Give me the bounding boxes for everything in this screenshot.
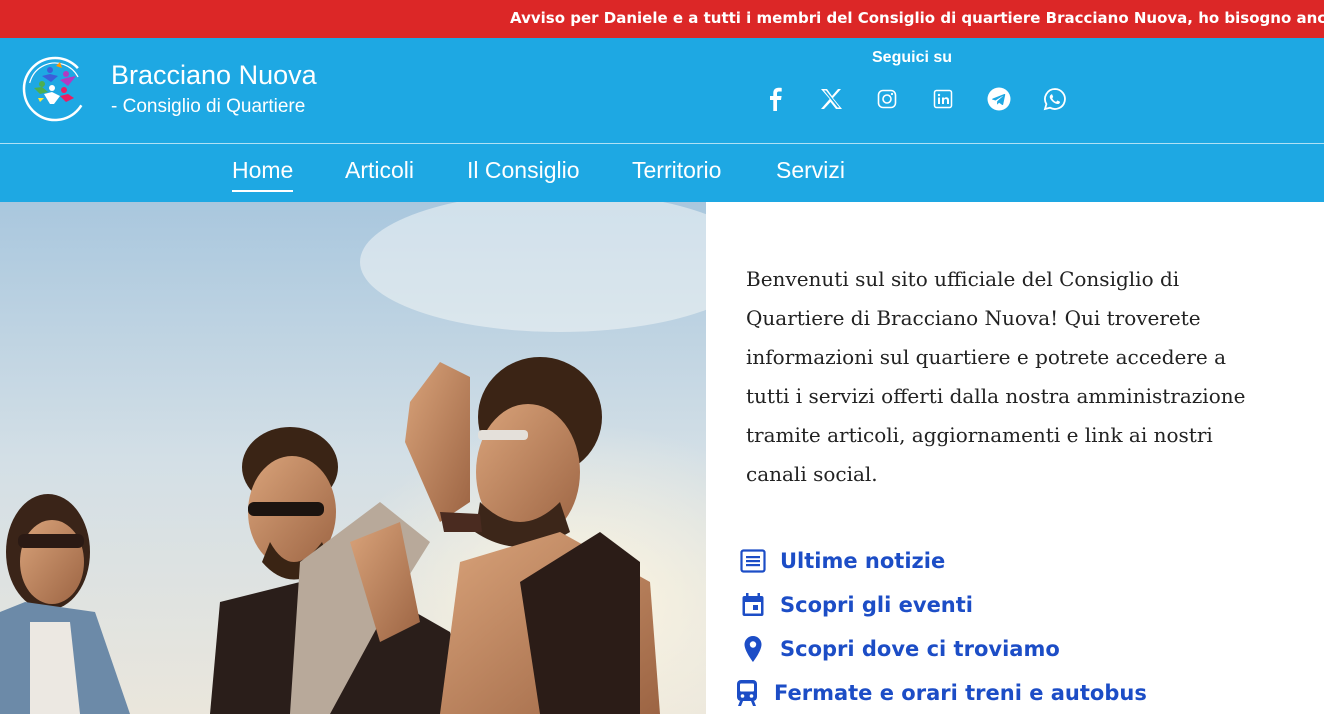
ticker-text: Avviso per Daniele e a tutti i membri de…	[510, 9, 1324, 27]
nav-item-servizi[interactable]: Servizi	[776, 157, 845, 190]
site-subtitle: - Consiglio di Quartiere	[111, 96, 306, 117]
nav-item-articoli[interactable]: Articoli	[345, 157, 414, 190]
nav-item-territorio[interactable]: Territorio	[632, 157, 721, 190]
linkedin-icon[interactable]	[930, 86, 956, 112]
link-fermate-orari[interactable]: Fermate e orari treni e autobus	[732, 678, 1147, 708]
link-label: Fermate e orari treni e autobus	[774, 681, 1147, 705]
link-label: Ultime notizie	[780, 549, 946, 573]
announcement-ticker[interactable]: Avviso per Daniele e a tutti i membri de…	[0, 0, 1324, 38]
nav-item-home[interactable]: Home	[232, 157, 294, 192]
calendar-icon	[738, 590, 768, 620]
x-icon[interactable]	[818, 86, 844, 112]
site-logo[interactable]	[20, 54, 90, 124]
instagram-icon[interactable]	[874, 86, 900, 112]
intro-line: Quartiere di Bracciano Nuova! Qui trover…	[746, 306, 1201, 330]
hero-image	[0, 202, 706, 714]
site-header: Bracciano Nuova - Consiglio di Quartiere…	[0, 38, 1324, 143]
link-dove-ci-troviamo[interactable]: Scopri dove ci troviamo	[738, 634, 1060, 664]
link-scopri-eventi[interactable]: Scopri gli eventi	[738, 590, 973, 620]
link-label: Scopri dove ci troviamo	[780, 637, 1060, 661]
intro-line: Benvenuti sul sito ufficiale del Consigl…	[746, 267, 1180, 291]
newspaper-icon	[738, 546, 768, 576]
intro-line: tutti i servizi offerti dalla nostra amm…	[746, 384, 1246, 408]
intro-line: canali social.	[746, 462, 878, 486]
nav-item-il-consiglio[interactable]: Il Consiglio	[467, 157, 580, 190]
intro-text: Benvenuti sul sito ufficiale del Consigl…	[746, 260, 1286, 494]
train-icon	[732, 678, 762, 708]
facebook-icon[interactable]	[762, 86, 788, 112]
follow-us-label: Seguici su	[872, 49, 953, 66]
telegram-icon[interactable]	[986, 86, 1012, 112]
whatsapp-icon[interactable]	[1042, 86, 1068, 112]
intro-line: tramite articoli, aggiornamenti e link a…	[746, 423, 1213, 447]
main-nav: Home Articoli Il Consiglio Territorio Se…	[0, 143, 1324, 202]
site-title[interactable]: Bracciano Nuova	[111, 60, 317, 91]
social-links	[762, 86, 1068, 112]
link-label: Scopri gli eventi	[780, 593, 973, 617]
map-pin-icon	[738, 634, 768, 664]
link-ultime-notizie[interactable]: Ultime notizie	[738, 546, 945, 576]
intro-line: informazioni sul quartiere e potrete acc…	[746, 345, 1227, 369]
